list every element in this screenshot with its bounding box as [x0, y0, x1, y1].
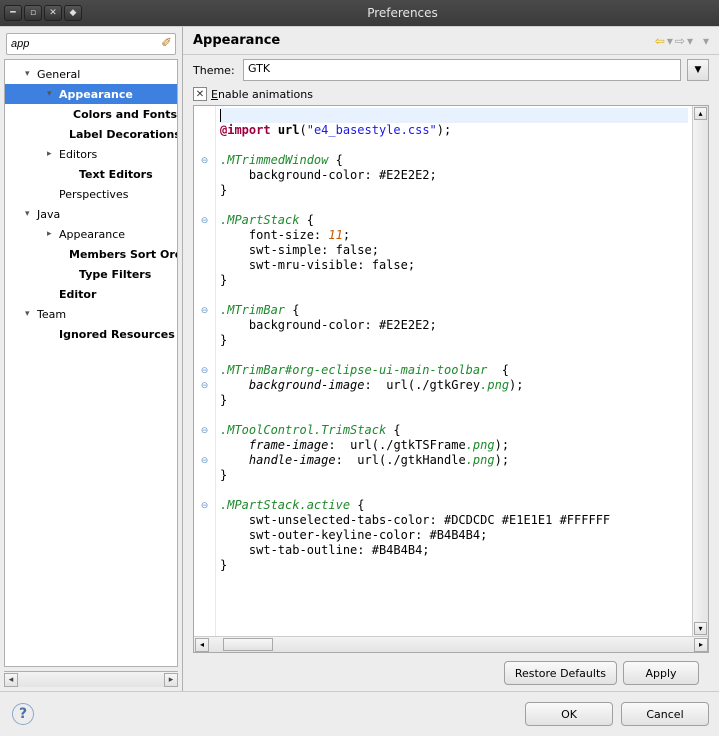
theme-combo[interactable]: GTK [243, 59, 681, 81]
keep-above-button[interactable]: ◆ [64, 5, 82, 21]
tree-item-label: Perspectives [59, 188, 128, 201]
nav-back-icon[interactable]: ⇦ [655, 34, 665, 48]
tree-item-label: Label Decorations [69, 128, 178, 141]
tree-item[interactable]: Text Editors [5, 164, 177, 184]
tree-item[interactable]: ▸Editors [5, 144, 177, 164]
tree-item-label: Text Editors [79, 168, 153, 181]
editor-horizontal-scrollbar[interactable]: ◂ ▸ [194, 636, 708, 652]
cancel-button[interactable]: Cancel [621, 702, 709, 726]
tree-item-label: Ignored Resources [59, 328, 175, 341]
page-title: Appearance [193, 33, 655, 48]
nav-forward-icon: ⇨ [675, 34, 685, 48]
left-pane: ✐ ▾General▾AppearanceColors and FontsLab… [0, 27, 183, 691]
twisty-icon[interactable]: ▸ [47, 149, 57, 159]
scrollbar-thumb[interactable] [223, 638, 273, 651]
editor-vertical-scrollbar[interactable]: ▴ ▾ [692, 106, 708, 636]
theme-label: Theme: [193, 64, 237, 77]
tree-item-label: General [37, 68, 80, 81]
tree-item[interactable]: ▾Team [5, 304, 177, 324]
tree-item-label: Appearance [59, 88, 133, 101]
clear-filter-icon[interactable]: ✐ [161, 36, 172, 51]
nav-forward-menu-icon[interactable]: ▾ [687, 34, 693, 48]
close-button[interactable]: ✕ [44, 5, 62, 21]
twisty-icon[interactable]: ▾ [47, 89, 57, 99]
help-icon[interactable]: ? [12, 703, 34, 725]
tree-item[interactable]: Ignored Resources [5, 324, 177, 344]
tree-item-label: Java [37, 208, 60, 221]
ok-button[interactable]: OK [525, 702, 613, 726]
tree-item-label: Appearance [59, 228, 125, 241]
tree-item-label: Team [37, 308, 66, 321]
twisty-icon[interactable]: ▾ [25, 69, 35, 79]
css-editor[interactable]: ⊖ ⊖ ⊖ ⊖ ⊖ [193, 105, 709, 653]
nav-back-menu-icon[interactable]: ▾ [667, 34, 673, 48]
scroll-right-button[interactable]: ▸ [164, 673, 178, 687]
scroll-up-button[interactable]: ▴ [694, 107, 707, 120]
tree-item[interactable]: ▾General [5, 64, 177, 84]
twisty-icon[interactable]: ▸ [47, 229, 57, 239]
scroll-left-button[interactable]: ◂ [195, 638, 209, 652]
code-area[interactable]: @import url("e4_basestyle.css"); .MTrimm… [216, 106, 692, 636]
enable-animations-label: Enable animations [211, 88, 313, 101]
tree-item[interactable]: ▸Appearance [5, 224, 177, 244]
tree-item[interactable]: ▾Java [5, 204, 177, 224]
tree-item-label: Editors [59, 148, 97, 161]
tree-item-label: Members Sort Order [69, 248, 178, 261]
scroll-left-button[interactable]: ◂ [4, 673, 18, 687]
view-menu-icon[interactable]: ▾ [703, 34, 709, 48]
tree-item-label: Editor [59, 288, 96, 301]
minimize-button[interactable]: ━ [4, 5, 22, 21]
tree-item[interactable]: Perspectives [5, 184, 177, 204]
apply-button[interactable]: Apply [623, 661, 699, 685]
scroll-down-button[interactable]: ▾ [694, 622, 707, 635]
tree-item-label: Type Filters [79, 268, 151, 281]
tree-item[interactable]: Label Decorations [5, 124, 177, 144]
tree-item[interactable]: Members Sort Order [5, 244, 177, 264]
tree-item[interactable]: Colors and Fonts [5, 104, 177, 124]
twisty-icon[interactable]: ▾ [25, 309, 35, 319]
theme-dropdown-button[interactable]: ▼ [687, 59, 709, 81]
tree-item[interactable]: ▾Appearance [5, 84, 177, 104]
restore-defaults-button[interactable]: Restore Defaults [504, 661, 617, 685]
filter-input[interactable] [6, 33, 176, 55]
tree-item-label: Colors and Fonts [73, 108, 177, 121]
tree-item[interactable]: Type Filters [5, 264, 177, 284]
title-bar: ━ ▫ ✕ ◆ Preferences [0, 0, 719, 26]
tree-item[interactable]: Editor [5, 284, 177, 304]
maximize-button[interactable]: ▫ [24, 5, 42, 21]
window-title: Preferences [90, 6, 715, 20]
editor-gutter: ⊖ ⊖ ⊖ ⊖ ⊖ [194, 106, 216, 636]
scroll-right-button[interactable]: ▸ [694, 638, 708, 652]
tree-horizontal-scrollbar[interactable]: ◂ ▸ [4, 671, 178, 687]
twisty-icon[interactable]: ▾ [25, 209, 35, 219]
preference-tree[interactable]: ▾General▾AppearanceColors and FontsLabel… [4, 59, 178, 667]
enable-animations-checkbox[interactable]: ✕ [193, 87, 207, 101]
